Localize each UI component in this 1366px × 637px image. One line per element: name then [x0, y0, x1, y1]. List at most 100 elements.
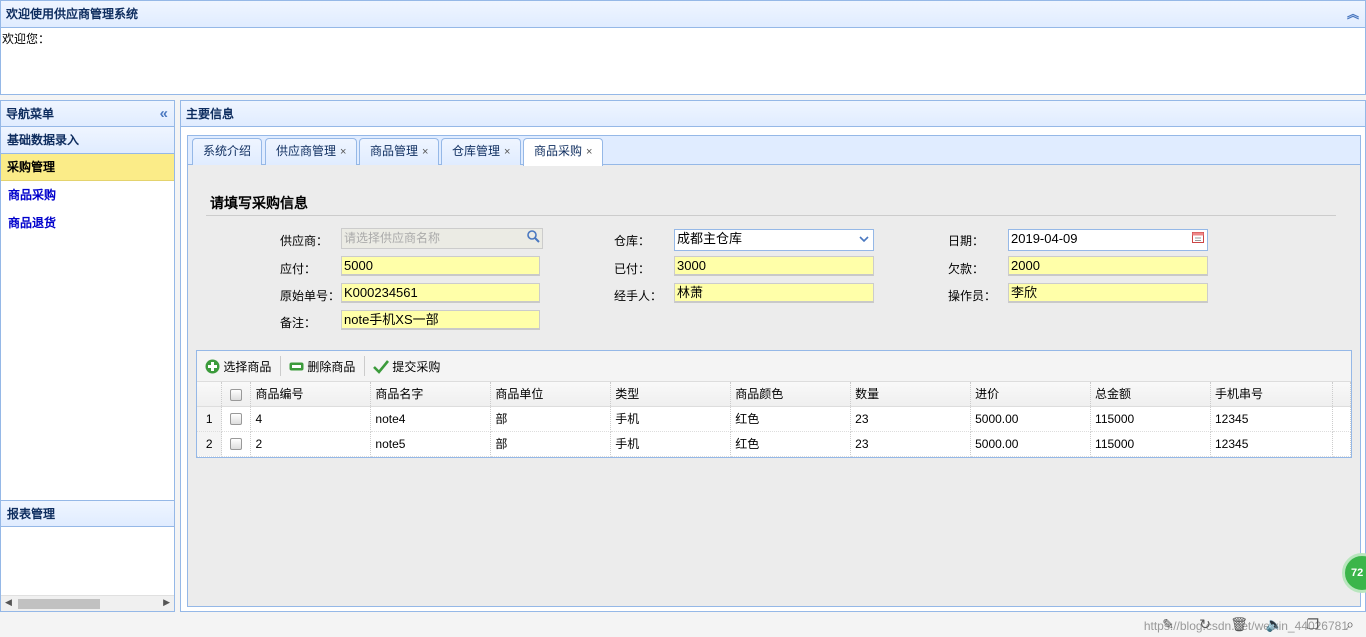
cell-price[interactable]: 5000.00	[970, 406, 1092, 432]
orig-no-label: 原始单号：	[280, 289, 341, 303]
orig-no-input[interactable]: K000234561	[341, 283, 540, 303]
tab-warehouse-management[interactable]: 仓库管理 ×	[441, 138, 522, 165]
close-icon[interactable]: ×	[504, 146, 510, 158]
cell-total[interactable]: 115000	[1090, 406, 1211, 432]
cell-serial[interactable]: 12345	[1210, 406, 1333, 432]
tab-product-management[interactable]: 商品管理 ×	[359, 138, 440, 165]
paid-input[interactable]: 3000	[674, 256, 874, 276]
column-header[interactable]: 商品名字	[370, 382, 492, 407]
cell-product-name[interactable]: note4	[370, 406, 492, 432]
close-icon[interactable]: ×	[340, 146, 346, 158]
zoom-icon[interactable]: ⌕	[1346, 616, 1354, 633]
table-row[interactable]: 2 2 note5 部 手机 红色 23 5000.00 115000 1234…	[197, 431, 1352, 457]
supplier-combo[interactable]: 请选择供应商名称	[341, 228, 543, 249]
nav-group-purchase[interactable]: 采购管理	[1, 154, 174, 181]
column-header[interactable]: 商品编号	[250, 382, 372, 407]
payable-label: 应付：	[280, 262, 317, 276]
select-product-button[interactable]: 选择商品	[205, 358, 271, 376]
form-divider	[206, 215, 1336, 216]
welcome-text: 欢迎您：	[2, 32, 51, 46]
operator-label: 操作员：	[948, 289, 997, 303]
cell-type[interactable]: 手机	[610, 431, 732, 457]
nav-group-report[interactable]: 报表管理	[1, 500, 174, 527]
nav-title: 导航菜单	[6, 107, 55, 121]
warehouse-label: 仓库：	[614, 234, 651, 248]
warehouse-value: 成都主仓库	[677, 231, 743, 246]
close-icon[interactable]: ×	[422, 146, 428, 158]
share-icon[interactable]: ↻	[1199, 616, 1211, 633]
cell-product-code[interactable]: 2	[250, 431, 372, 457]
row-checkbox[interactable]	[221, 431, 252, 457]
purchase-grid: 选择商品 删除商品 提交采购 商品编号 商品名字 商品单位 类型 商品颜色 数量…	[196, 350, 1352, 458]
row-spacer	[1332, 431, 1352, 457]
cell-type[interactable]: 手机	[610, 406, 732, 432]
tab-product-purchase[interactable]: 商品采购 ×	[523, 138, 604, 166]
row-number: 1	[197, 406, 223, 432]
handler-input[interactable]: 林萧	[674, 283, 874, 303]
select-all-checkbox[interactable]	[221, 382, 252, 407]
row-number-header	[197, 382, 223, 407]
row-checkbox[interactable]	[221, 406, 252, 432]
chevron-down-icon[interactable]	[855, 230, 873, 248]
collapse-up-icon[interactable]: ︽	[1347, 1, 1359, 28]
column-header[interactable]: 手机串号	[1210, 382, 1333, 407]
grid-toolbar: 选择商品 删除商品 提交采购	[197, 351, 1351, 382]
tab-system-intro[interactable]: 系统介绍	[192, 138, 263, 165]
column-header[interactable]: 商品单位	[490, 382, 612, 407]
close-icon[interactable]: ×	[586, 146, 592, 158]
cell-unit[interactable]: 部	[490, 431, 612, 457]
warehouse-select[interactable]: 成都主仓库	[674, 229, 874, 251]
tab-supplier-management[interactable]: 供应商管理 ×	[265, 138, 358, 165]
nav-item-return[interactable]: 商品退货	[1, 209, 174, 237]
cell-product-code[interactable]: 4	[250, 406, 372, 432]
column-header[interactable]: 总金额	[1090, 382, 1211, 407]
collapse-left-icon[interactable]: «	[160, 101, 168, 127]
delete-product-button[interactable]: 删除商品	[289, 358, 355, 376]
cell-color[interactable]: 红色	[730, 406, 852, 432]
cell-serial[interactable]: 12345	[1210, 431, 1333, 457]
scroll-thumb[interactable]	[18, 599, 100, 609]
column-header[interactable]: 商品颜色	[730, 382, 852, 407]
row-number: 2	[197, 431, 223, 457]
cell-unit[interactable]: 部	[490, 406, 612, 432]
trash-icon[interactable]: 🗑	[1230, 616, 1248, 633]
note-input[interactable]: note手机XS一部	[341, 310, 540, 330]
nav-group-basic-data[interactable]: 基础数据录入	[1, 127, 174, 154]
cell-quantity[interactable]: 23	[850, 406, 972, 432]
app-title: 欢迎使用供应商管理系统	[6, 7, 139, 21]
owed-input[interactable]: 2000	[1008, 256, 1208, 276]
select-product-label: 选择商品	[223, 360, 272, 374]
cell-quantity[interactable]: 23	[850, 431, 972, 457]
nav-item-purchase[interactable]: 商品采购	[1, 181, 174, 209]
cell-product-name[interactable]: note5	[370, 431, 492, 457]
nav-panel: 导航菜单 « 基础数据录入 采购管理 商品采购 商品退货 报表管理 ◀ ▶	[0, 100, 175, 612]
handler-label: 经手人：	[614, 289, 663, 303]
tab-label: 商品管理	[370, 144, 419, 158]
horizontal-scrollbar[interactable]: ◀ ▶	[1, 595, 174, 611]
header-title-bar: 欢迎使用供应商管理系统 ︽	[1, 1, 1365, 28]
cell-total[interactable]: 115000	[1090, 431, 1211, 457]
nav-title-bar: 导航菜单 «	[1, 101, 174, 127]
payable-input[interactable]: 5000	[341, 256, 540, 276]
table-row[interactable]: 1 4 note4 部 手机 红色 23 5000.00 115000 1234…	[197, 406, 1352, 432]
column-header[interactable]: 数量	[850, 382, 972, 407]
cell-price[interactable]: 5000.00	[970, 431, 1092, 457]
date-input[interactable]: 2019-04-09	[1008, 229, 1208, 251]
check-icon	[373, 360, 390, 374]
column-header[interactable]: 类型	[610, 382, 732, 407]
window-icon[interactable]: ❐	[1306, 616, 1319, 633]
toolbar-separator	[280, 356, 281, 376]
column-header[interactable]: 进价	[970, 382, 1092, 407]
operator-input[interactable]: 李欣	[1008, 283, 1208, 303]
submit-purchase-button[interactable]: 提交采购	[373, 358, 440, 376]
tab-label: 商品采购	[534, 144, 583, 158]
main-title: 主要信息	[186, 107, 235, 121]
volume-icon[interactable]: 🔈	[1266, 616, 1283, 633]
calendar-icon[interactable]	[1189, 230, 1207, 248]
scroll-left-icon[interactable]: ◀	[5, 597, 12, 608]
pin-icon[interactable]: ✎	[1162, 616, 1174, 633]
scroll-right-icon[interactable]: ▶	[163, 597, 170, 608]
row-spacer	[1332, 406, 1352, 432]
search-icon[interactable]	[524, 229, 542, 247]
cell-color[interactable]: 红色	[730, 431, 852, 457]
